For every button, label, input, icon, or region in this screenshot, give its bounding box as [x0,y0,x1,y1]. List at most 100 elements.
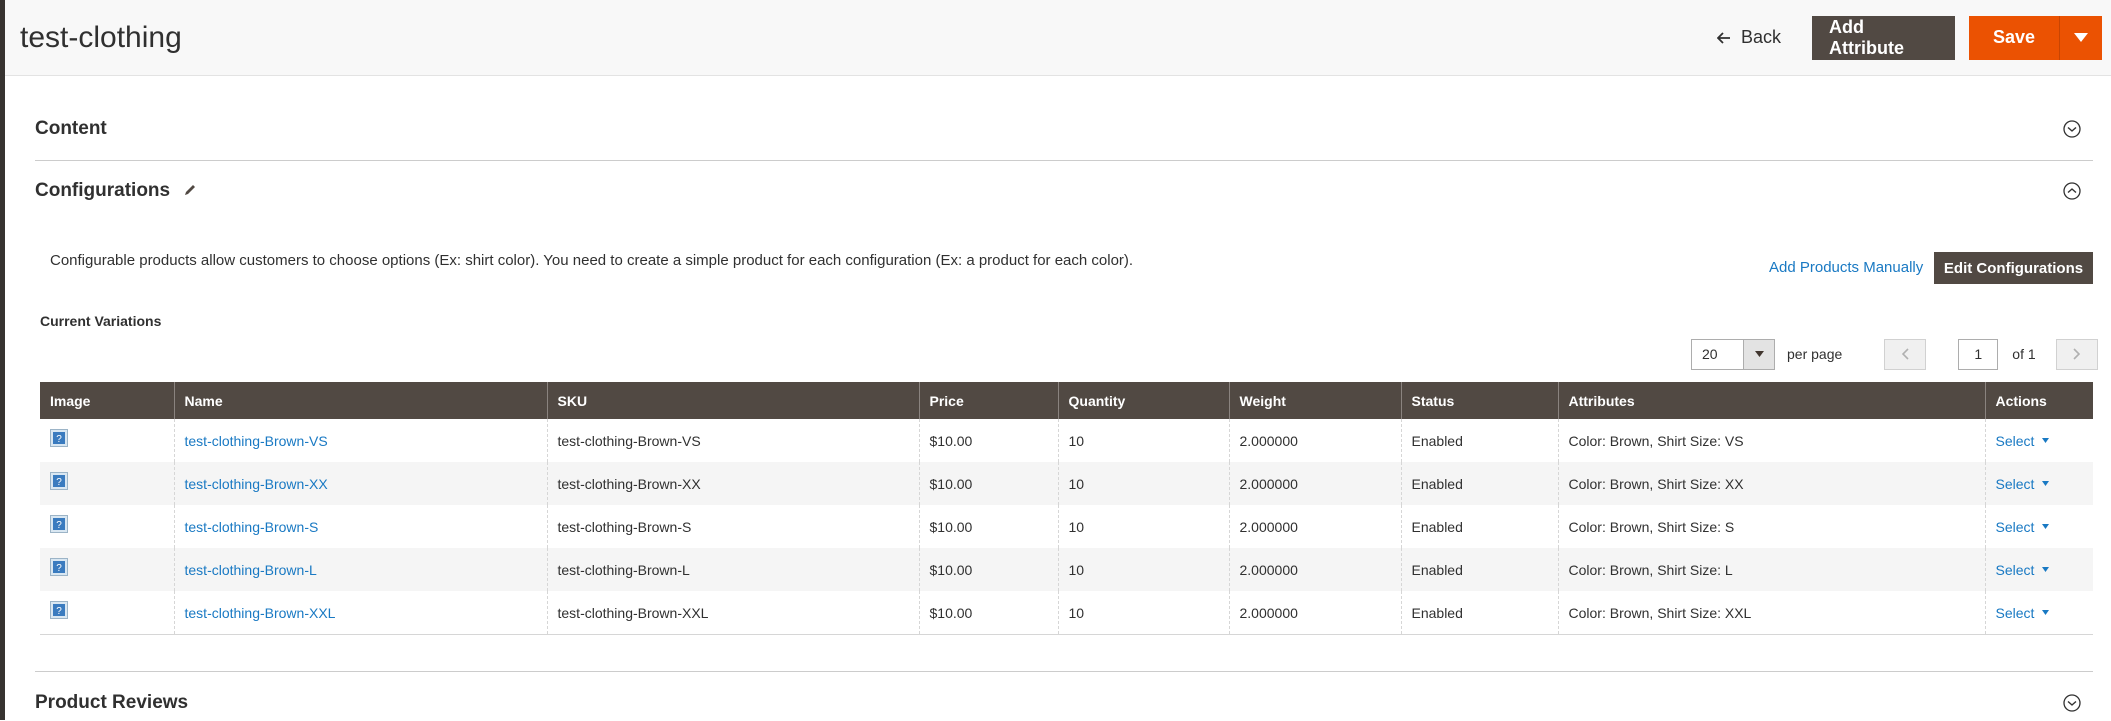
quantity-cell: 10 [1057,591,1229,635]
table-row: ? test-clothing-Brown-S test-clothing-Br… [40,505,2093,548]
configurations-description: Configurable products allow customers to… [50,252,1134,269]
add-products-manually-link[interactable]: Add Products Manually [1769,259,1923,276]
attributes-cell: Color: Brown, Shirt Size: VS [1557,419,1985,462]
table-row: ? test-clothing-Brown-VS test-clothing-B… [40,419,2093,462]
column-header: Quantity [1057,382,1229,419]
arrow-left-icon [1716,31,1730,44]
svg-text:?: ? [56,606,62,617]
page-title: test-clothing [20,20,182,54]
chevron-down-circle-icon[interactable] [2063,120,2081,138]
current-page-input[interactable]: 1 [1958,338,1999,370]
quantity-cell: 10 [1057,419,1229,462]
sku-cell: test-clothing-Brown-L [546,548,919,591]
image-cell: ? [40,419,174,462]
product-reviews-title: Product Reviews [35,692,189,713]
price-cell: $10.00 [918,505,1058,548]
actions-cell: Select [1984,462,2093,505]
current-variations-label: Current Variations [40,313,162,329]
grid-header-row: Image Name SKU Price Quantity Weight Sta… [40,382,2093,419]
price-cell: $10.00 [918,419,1058,462]
configurations-section-header[interactable]: Configurations [35,160,2093,220]
quantity-cell: 10 [1057,462,1229,505]
select-action-dropdown[interactable]: Select [1996,562,2050,578]
name-cell: test-clothing-Brown-XXL [173,591,547,635]
next-page-button[interactable] [2055,338,2098,370]
column-header: Attributes [1557,382,1985,419]
attributes-cell: Color: Brown, Shirt Size: L [1557,548,1985,591]
svg-text:?: ? [56,477,62,488]
content-section[interactable]: Content [35,100,2093,161]
caret-down-icon [2042,481,2050,486]
placeholder-image-icon[interactable]: ? [50,471,68,490]
placeholder-image-icon[interactable]: ? [50,557,68,576]
product-reviews-section[interactable]: Product Reviews [35,671,2093,721]
product-name-link[interactable]: test-clothing-Brown-S [185,519,319,535]
caret-down-icon [2042,610,2050,615]
weight-cell: 2.000000 [1228,548,1401,591]
column-header: Actions [1984,382,2093,419]
save-button[interactable]: Save [1969,15,2059,60]
status-cell: Enabled [1400,591,1558,635]
pencil-icon[interactable] [183,183,197,197]
per-page-value: 20 [1702,346,1718,362]
per-page-label: per page [1787,346,1843,362]
chevron-right-icon [2073,348,2080,360]
chevron-down-circle-icon[interactable] [2063,694,2081,712]
select-action-label: Select [1995,518,2035,535]
select-action-dropdown[interactable]: Select [1996,476,2050,492]
add-attribute-button[interactable]: Add Attribute [1812,15,1955,60]
product-name-link[interactable]: test-clothing-Brown-VS [185,433,328,449]
placeholder-image-icon[interactable]: ? [50,600,68,619]
header-actions: Back Add Attribute Save [1716,15,2102,60]
table-row: ? test-clothing-Brown-XXL test-clothing-… [40,591,2093,635]
caret-down-icon [2042,567,2050,572]
grid-pager: 20 per page 1 of 1 [1691,338,2098,370]
per-page-select[interactable]: 20 [1691,338,1775,370]
select-action-dropdown[interactable]: Select [1996,519,2050,535]
image-cell: ? [40,462,174,505]
caret-down-icon [2042,438,2050,443]
previous-page-button[interactable] [1884,338,1927,370]
price-cell: $10.00 [918,462,1058,505]
select-action-label: Select [1995,432,2035,449]
name-cell: test-clothing-Brown-S [173,505,547,548]
back-button[interactable]: Back [1716,27,1781,48]
column-header: Status [1400,382,1558,419]
svg-text:?: ? [56,520,62,531]
product-name-link[interactable]: test-clothing-Brown-XX [185,476,328,492]
dropdown-arrow-icon [1743,339,1774,369]
edit-configurations-button[interactable]: Edit Configurations [1934,252,2093,284]
image-cell: ? [40,548,174,591]
chevron-left-icon [1902,348,1909,360]
caret-down-icon [2074,33,2088,42]
actions-cell: Select [1984,591,2093,635]
select-action-dropdown[interactable]: Select [1996,433,2050,449]
product-name-link[interactable]: test-clothing-Brown-L [185,562,317,578]
actions-cell: Select [1984,419,2093,462]
status-cell: Enabled [1400,505,1558,548]
column-header: SKU [546,382,919,419]
sku-cell: test-clothing-Brown-VS [546,419,919,462]
page-header: test-clothing Back Add Attribute Save [5,0,2111,76]
select-action-dropdown[interactable]: Select [1996,605,2050,621]
column-header: Image [40,382,174,419]
name-cell: test-clothing-Brown-L [173,548,547,591]
save-options-toggle[interactable] [2059,15,2102,60]
price-cell: $10.00 [918,591,1058,635]
status-cell: Enabled [1400,462,1558,505]
status-cell: Enabled [1400,419,1558,462]
actions-cell: Select [1984,505,2093,548]
weight-cell: 2.000000 [1228,591,1401,635]
back-label: Back [1740,27,1781,47]
column-header: Price [918,382,1058,419]
name-cell: test-clothing-Brown-XX [173,462,547,505]
product-name-link[interactable]: test-clothing-Brown-XXL [185,605,336,621]
chevron-up-circle-icon[interactable] [2063,182,2081,200]
weight-cell: 2.000000 [1228,505,1401,548]
placeholder-image-icon[interactable]: ? [50,514,68,533]
sku-cell: test-clothing-Brown-XX [546,462,919,505]
image-cell: ? [40,591,174,635]
table-row: ? test-clothing-Brown-L test-clothing-Br… [40,548,2093,591]
weight-cell: 2.000000 [1228,462,1401,505]
placeholder-image-icon[interactable]: ? [50,428,68,447]
